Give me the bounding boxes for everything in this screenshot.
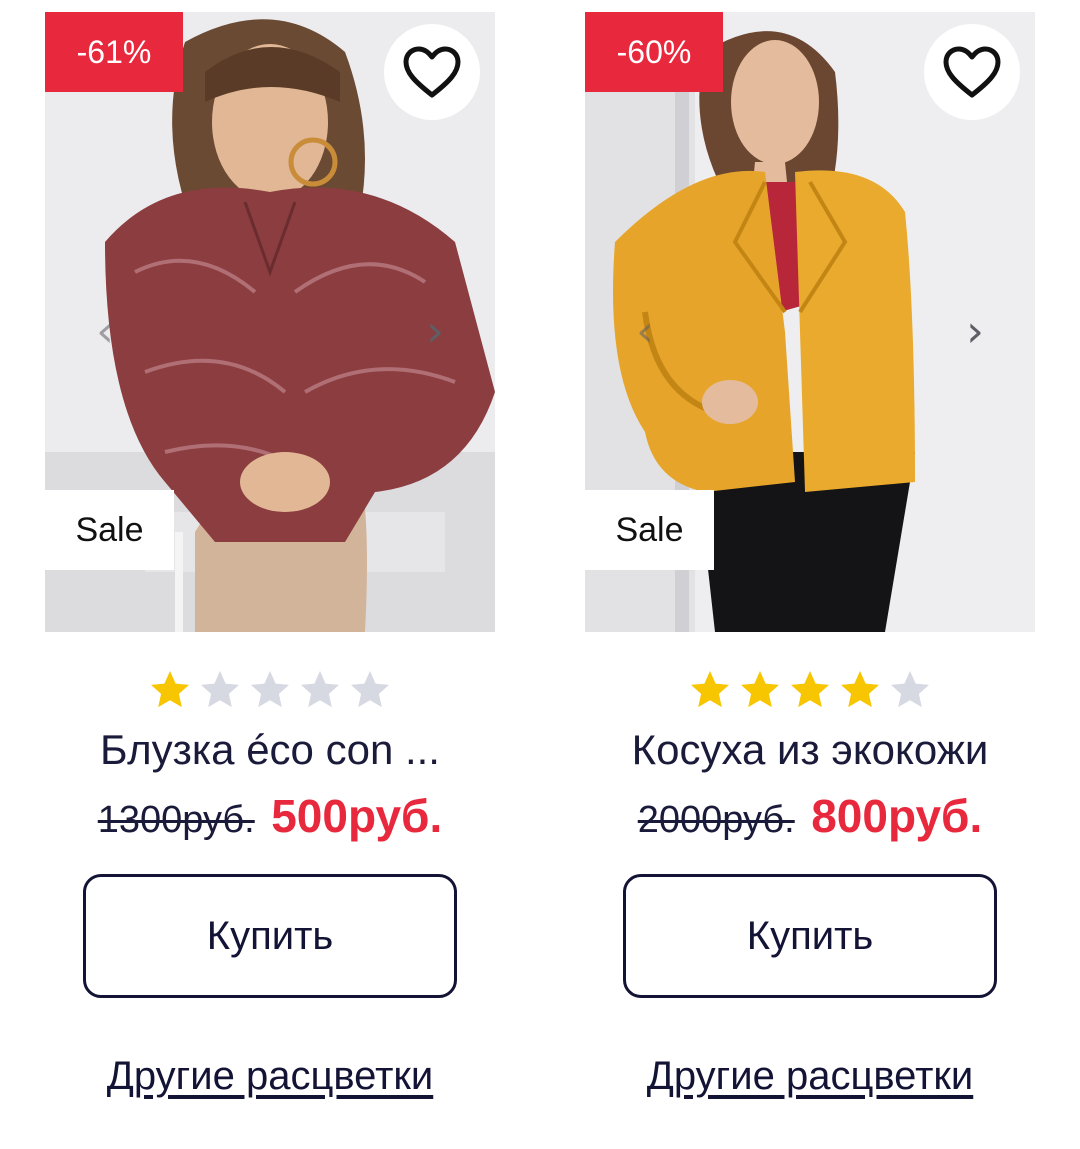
sale-badge: Sale xyxy=(585,490,714,570)
star-rating xyxy=(585,668,1035,712)
star-icon xyxy=(738,668,782,712)
star-icon xyxy=(348,668,392,712)
product-grid: -61% ‹ › Sale Блузка éco con ... 1300руб… xyxy=(0,0,1080,1149)
star-icon xyxy=(198,668,242,712)
star-icon xyxy=(148,668,192,712)
favorite-button[interactable] xyxy=(924,24,1020,120)
old-price: 2000руб. xyxy=(637,799,795,841)
heart-outline-icon xyxy=(403,46,461,98)
other-colors-link[interactable]: Другие расцветки xyxy=(585,1054,1035,1099)
sale-price: 500руб. xyxy=(271,790,443,842)
heart-outline-icon xyxy=(943,46,1001,98)
favorite-button[interactable] xyxy=(384,24,480,120)
star-icon xyxy=(838,668,882,712)
star-rating xyxy=(45,668,495,712)
buy-button[interactable]: Купить xyxy=(83,874,457,998)
price-block: 1300руб. 500руб. xyxy=(45,788,495,844)
star-icon xyxy=(298,668,342,712)
buy-button[interactable]: Купить xyxy=(623,874,997,998)
star-icon xyxy=(688,668,732,712)
product-title[interactable]: Косуха из экокожи xyxy=(585,722,1035,778)
price-block: 2000руб. 800руб. xyxy=(585,788,1035,844)
star-icon xyxy=(248,668,292,712)
product-title[interactable]: Блузка éco con ... xyxy=(45,722,495,778)
sale-badge: Sale xyxy=(45,490,174,570)
sale-price: 800руб. xyxy=(811,790,983,842)
star-icon xyxy=(788,668,832,712)
chevron-right-icon[interactable]: › xyxy=(955,302,995,362)
product-image-carousel[interactable]: -60% ‹ › Sale xyxy=(585,12,1035,632)
other-colors-link[interactable]: Другие расцветки xyxy=(45,1054,495,1099)
product-card: -60% ‹ › Sale Косуха из экокожи 2000руб.… xyxy=(585,12,1035,1099)
chevron-right-icon[interactable]: › xyxy=(415,302,455,362)
product-card: -61% ‹ › Sale Блузка éco con ... 1300руб… xyxy=(45,12,495,1099)
discount-badge: -60% xyxy=(585,12,723,92)
star-icon xyxy=(888,668,932,712)
discount-badge: -61% xyxy=(45,12,183,92)
chevron-left-icon[interactable]: ‹ xyxy=(625,302,665,362)
product-image-carousel[interactable]: -61% ‹ › Sale xyxy=(45,12,495,632)
old-price: 1300руб. xyxy=(97,799,255,841)
chevron-left-icon[interactable]: ‹ xyxy=(85,302,125,362)
